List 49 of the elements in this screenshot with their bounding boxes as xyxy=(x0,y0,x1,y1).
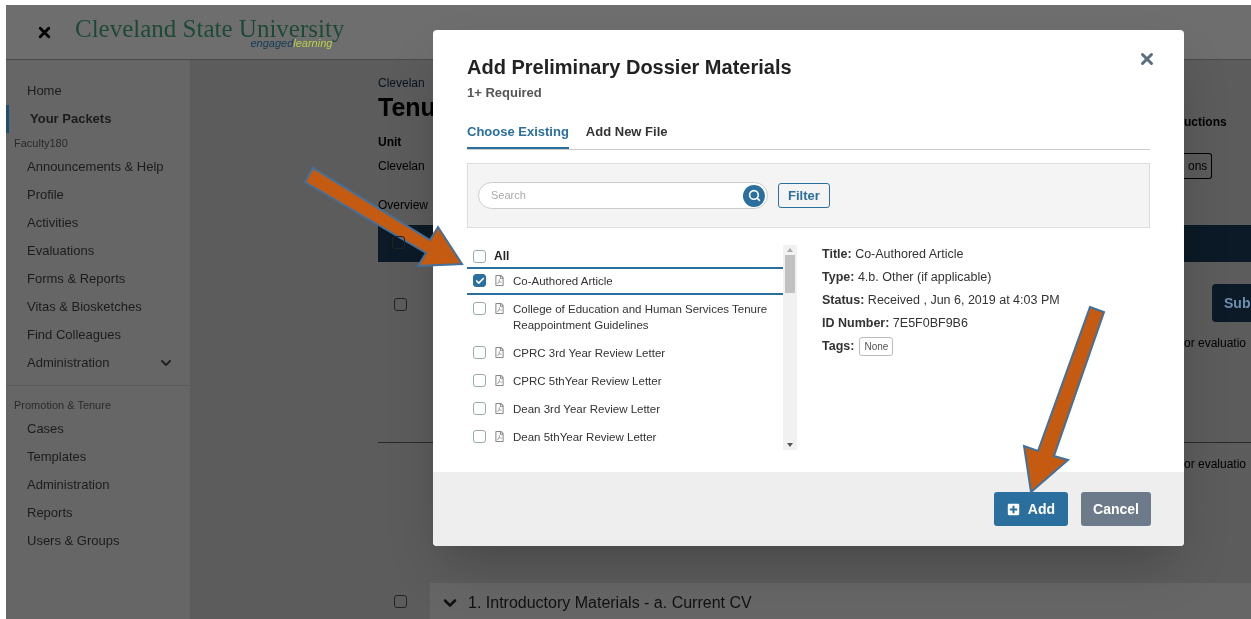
tab[interactable]: Choose Existing xyxy=(467,121,569,149)
detail-line: Type: 4.b. Other (if applicable) xyxy=(822,269,993,286)
detail-line: Status: Received , Jun 6, 2019 at 4:03 PM xyxy=(822,292,1060,309)
file-row[interactable]: College of Education and Human Services Tenure Reappointment Guidelines xyxy=(467,295,783,339)
field-label: Unit xyxy=(378,134,402,151)
breadcrumb[interactable]: Clevelan xyxy=(378,76,425,90)
submit-button[interactable]: Sub xyxy=(1212,284,1251,322)
cancel-button[interactable]: Cancel xyxy=(1081,492,1151,526)
dialog-title: Add Preliminary Dossier Materials xyxy=(467,55,792,80)
sidebar-item[interactable]: Vitas & Biosketches xyxy=(6,293,190,321)
detail-line: Title: Co-Authored Article xyxy=(822,246,965,263)
file-row[interactable]: CPRC 3rd Year Review Letter xyxy=(467,339,783,367)
file-row[interactable]: Dean 5thYear Review Letter xyxy=(467,423,783,451)
sidebar-item[interactable]: Forms & Reports xyxy=(6,265,190,293)
sidebar-item[interactable]: Users & Groups xyxy=(6,527,190,555)
section-row[interactable]: 1. Introductory Materials - a. Current CV xyxy=(430,583,1251,619)
sidebar-item[interactable]: Announcements & Help xyxy=(6,153,190,181)
file-row[interactable]: CPRC 5thYear Review Letter xyxy=(467,367,783,395)
note-text: or evaluatio xyxy=(1184,335,1248,352)
sidebar-item[interactable]: Reports xyxy=(6,499,190,527)
section-heading: Promotion & Tenure xyxy=(13,398,113,413)
tag: None xyxy=(859,337,894,356)
sidebar-item[interactable]: Templates xyxy=(6,443,190,471)
search-input[interactable]: Search xyxy=(491,187,743,204)
file-row[interactable]: Dean 3rd Year Review Letter xyxy=(467,395,783,423)
page-title: Tenu xyxy=(378,93,436,121)
section-heading: Faculty180 xyxy=(13,136,69,151)
field-value: Clevelan xyxy=(378,158,425,175)
detail-line: ID Number: 7E5F0BF9B6 xyxy=(822,315,969,332)
detail-label: Tags: xyxy=(822,338,855,356)
sidebar-item[interactable]: Activities xyxy=(6,209,190,237)
sidebar-item[interactable]: Find Colleagues xyxy=(6,321,190,349)
sidebar-item[interactable]: Cases xyxy=(6,415,190,443)
note-text: or evaluatio xyxy=(1184,457,1247,471)
sidebar-item[interactable]: Administration xyxy=(6,349,190,377)
sidebar-item[interactable]: Evaluations xyxy=(6,237,190,265)
university-logo: Cleveland State University engagedlearning xyxy=(75,15,345,49)
sidebar-item[interactable]: Home xyxy=(6,77,190,105)
tab[interactable]: Add New File xyxy=(585,121,668,149)
filter-button[interactable]: Filter xyxy=(778,183,830,208)
field-label: uctions xyxy=(1184,114,1227,131)
search-field[interactable]: Search xyxy=(478,182,768,209)
sidebar-item[interactable]: Administration xyxy=(6,471,190,499)
dialog-subtitle: 1+ Required xyxy=(467,84,543,102)
tab-label[interactable]: Overview xyxy=(378,196,428,214)
file-row[interactable]: Co-Authored Article xyxy=(467,267,783,295)
select-all-label[interactable]: All xyxy=(494,247,510,265)
add-button[interactable]: Add xyxy=(993,492,1069,526)
sidebar-item[interactable]: Profile xyxy=(6,181,190,209)
